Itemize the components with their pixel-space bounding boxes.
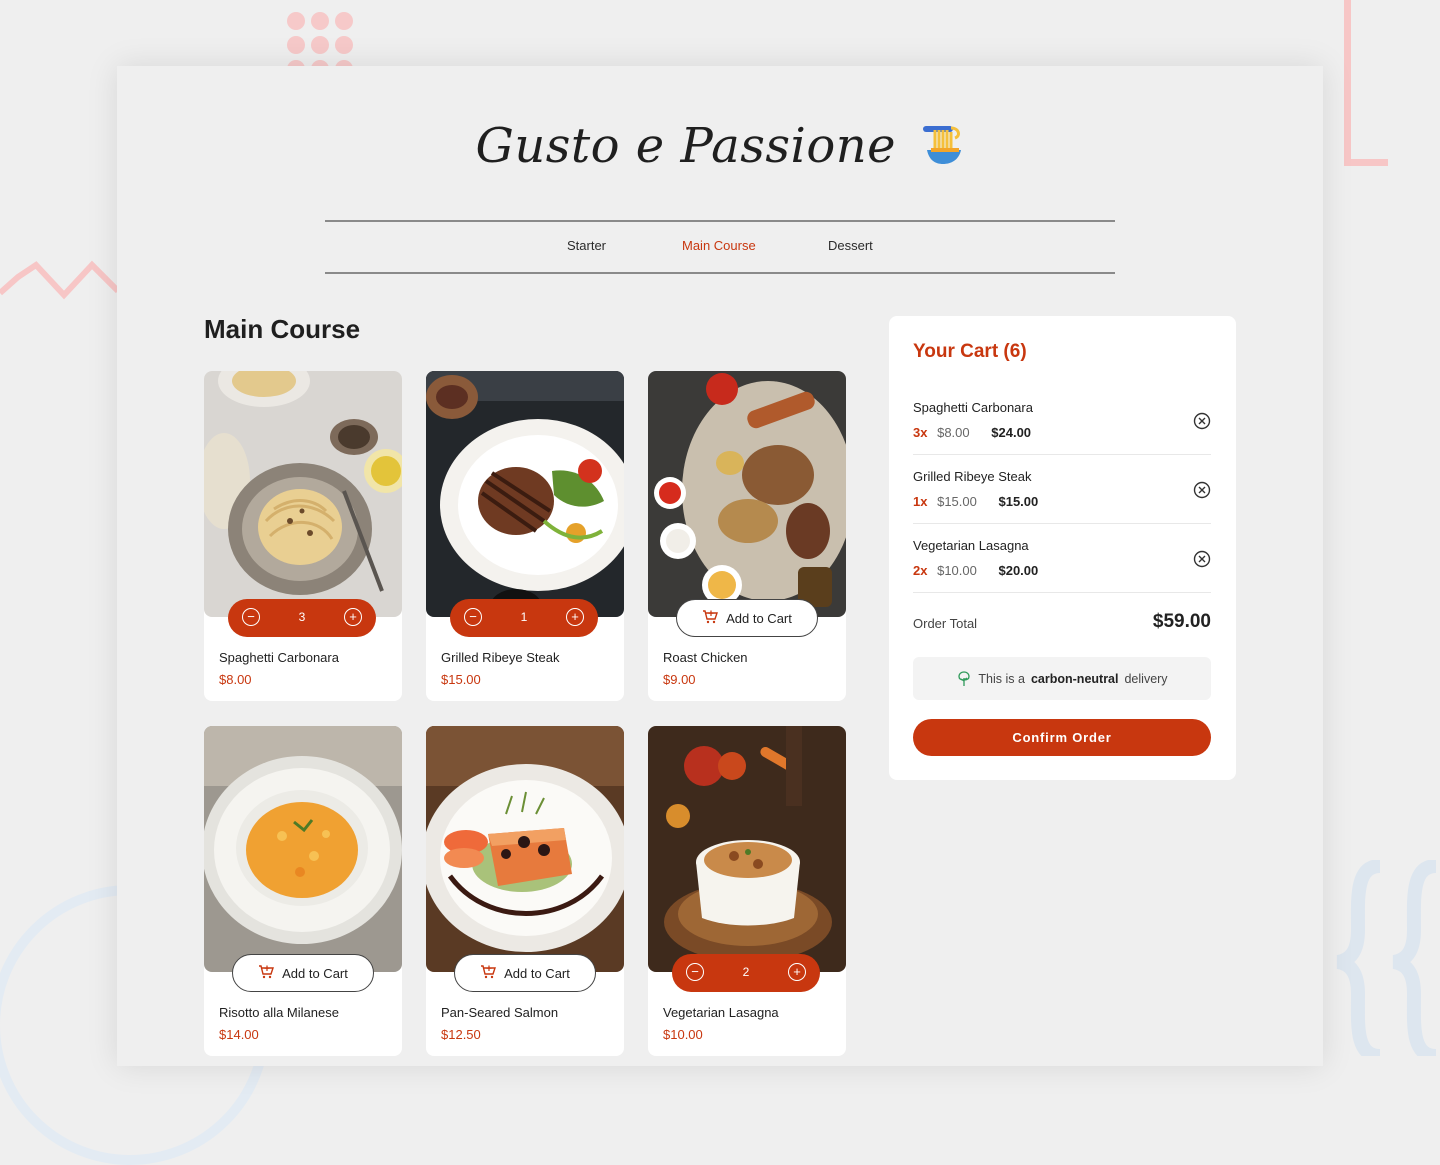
product-name: Spaghetti Carbonara: [219, 650, 339, 665]
salmon-photo: [426, 726, 624, 972]
cart-title: Your Cart (6): [913, 341, 1027, 362]
product-name: Vegetarian Lasagna: [663, 1005, 779, 1020]
tab-starter[interactable]: Starter: [567, 238, 606, 253]
product-price: $10.00: [663, 1027, 703, 1042]
eco-suffix: delivery: [1124, 671, 1168, 686]
cart-panel: Your Cart (6) Spaghetti Carbonara 3x $8.…: [889, 316, 1236, 780]
cart-item-qty: 1x: [913, 494, 928, 509]
product-name: Roast Chicken: [663, 650, 748, 665]
remove-circle-icon[interactable]: [1193, 412, 1211, 430]
cart-item: Spaghetti Carbonara 3x $8.00 $24.00: [913, 386, 1211, 455]
product-name: Risotto alla Milanese: [219, 1005, 339, 1020]
category-nav: Starter Main Course Dessert: [325, 220, 1115, 274]
product-card: Add to Cart Roast Chicken $9.00: [648, 371, 846, 701]
add-to-cart-label: Add to Cart: [726, 610, 792, 626]
cart-add-icon: [702, 609, 719, 627]
plus-icon[interactable]: +: [566, 608, 584, 626]
cart-item-qty: 2x: [913, 563, 928, 578]
cart-item-unit-price: $10.00: [937, 563, 977, 578]
remove-circle-icon[interactable]: [1193, 550, 1211, 568]
add-to-cart-button[interactable]: Add to Cart: [454, 954, 596, 992]
product-name: Grilled Ribeye Steak: [441, 650, 560, 665]
spaghetti-carbonara-photo: [204, 371, 402, 617]
cart-item-line: 1x $15.00 $15.00: [913, 494, 1038, 509]
tab-main-course[interactable]: Main Course: [682, 238, 756, 253]
decorative-corner: [1344, 0, 1388, 166]
product-card: Add to Cart Pan-Seared Salmon $12.50: [426, 726, 624, 1056]
brand-title: Gusto e Passione: [475, 118, 897, 174]
product-card: − 1 + Grilled Ribeye Steak $15.00: [426, 371, 624, 701]
product-card: Add to Cart Risotto alla Milanese $14.00: [204, 726, 402, 1056]
risotto-photo: [204, 726, 402, 972]
quantity-stepper: − 3 +: [228, 599, 376, 637]
tree-icon: [958, 670, 971, 686]
decorative-braces: [1336, 860, 1437, 1056]
cart-item-qty: 3x: [913, 425, 928, 440]
remove-circle-icon[interactable]: [1193, 481, 1211, 499]
roast-chicken-photo: [648, 371, 846, 617]
cart-item-name: Spaghetti Carbonara: [913, 400, 1033, 415]
lasagna-photo: [648, 726, 846, 972]
quantity-stepper: − 1 +: [450, 599, 598, 637]
decorative-dots: [284, 6, 358, 66]
tab-dessert[interactable]: Dessert: [828, 238, 873, 253]
add-to-cart-button[interactable]: Add to Cart: [676, 599, 818, 637]
product-card: − 2 + Vegetarian Lasagna $10.00: [648, 726, 846, 1056]
brand-header: Gusto e Passione: [117, 118, 1323, 174]
eco-highlight: carbon-neutral: [1030, 671, 1119, 686]
plus-icon[interactable]: +: [788, 963, 806, 981]
cart-item-name: Grilled Ribeye Steak: [913, 469, 1032, 484]
cart-item-unit-price: $8.00: [937, 425, 970, 440]
plus-icon[interactable]: +: [344, 608, 362, 626]
cart-add-icon: [480, 964, 497, 982]
cart-add-icon: [258, 964, 275, 982]
ribeye-steak-photo: [426, 371, 624, 617]
noodle-bowl-icon: [921, 122, 965, 171]
cart-item: Grilled Ribeye Steak 1x $15.00 $15.00: [913, 455, 1211, 524]
cart-item-line: 3x $8.00 $24.00: [913, 425, 1031, 440]
product-price: $9.00: [663, 672, 696, 687]
app-frame: Gusto e Passione Starter Main Course Des…: [117, 66, 1323, 1066]
order-total-value: $59.00: [1152, 611, 1211, 632]
eco-prefix: This is a: [978, 671, 1025, 686]
add-to-cart-label: Add to Cart: [282, 965, 348, 981]
product-name: Pan-Seared Salmon: [441, 1005, 559, 1020]
cart-item-name: Vegetarian Lasagna: [913, 538, 1029, 553]
product-card: − 3 + Spaghetti Carbonara $8.00: [204, 371, 402, 701]
cart-item-total: $20.00: [998, 563, 1039, 578]
cart-item-line: 2x $10.00 $20.00: [913, 563, 1038, 578]
order-total-label: Order Total: [913, 616, 978, 631]
confirm-order-button[interactable]: Confirm Order: [913, 719, 1211, 756]
section-title: Main Course: [204, 314, 361, 344]
add-to-cart-label: Add to Cart: [504, 965, 570, 981]
add-to-cart-button[interactable]: Add to Cart: [232, 954, 374, 992]
product-price: $14.00: [219, 1027, 259, 1042]
carbon-neutral-notice: This is a carbon-neutral delivery: [913, 657, 1211, 700]
cart-item-total: $15.00: [998, 494, 1039, 509]
decorative-zigzag: [0, 260, 120, 300]
cart-item-total: $24.00: [991, 425, 1032, 440]
cart-item: Vegetarian Lasagna 2x $10.00 $20.00: [913, 524, 1211, 593]
quantity-stepper: − 2 +: [672, 954, 820, 992]
product-price: $15.00: [441, 672, 481, 687]
cart-item-unit-price: $15.00: [937, 494, 977, 509]
product-price: $12.50: [441, 1027, 481, 1042]
product-price: $8.00: [219, 672, 252, 687]
